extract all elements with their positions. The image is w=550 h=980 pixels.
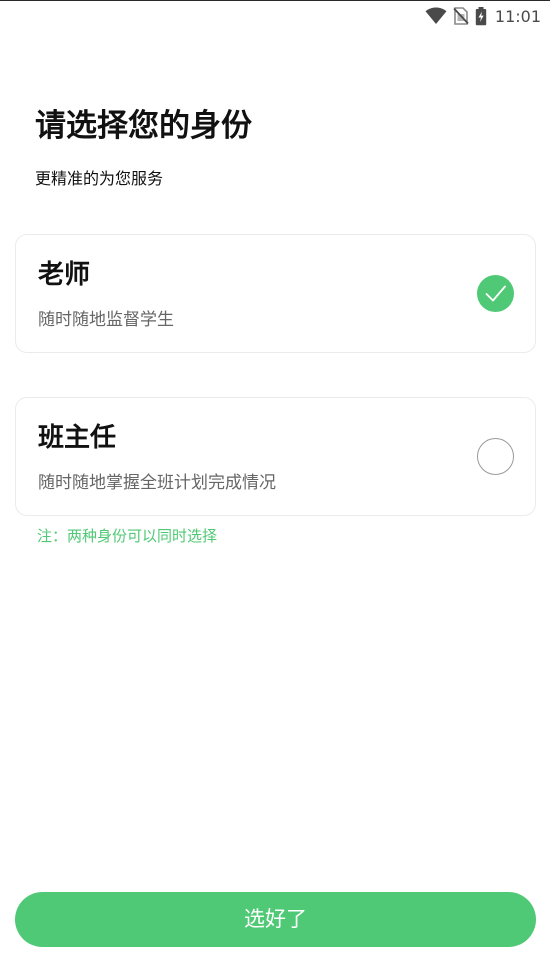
status-time: 11:01 [494,6,541,26]
no-sim-icon [453,7,469,25]
confirm-button[interactable]: 选好了 [15,892,536,947]
page-title: 请选择您的身份 [35,108,252,144]
battery-charging-icon [475,6,487,26]
status-icons: 11:01 [425,6,541,26]
page-subtitle: 更精准的为您服务 [35,169,164,188]
wifi-icon [425,7,447,25]
checkbox-checked-icon[interactable] [477,275,514,312]
checkbox-unchecked-icon[interactable] [477,438,514,475]
selection-note: 注：两种身份可以同时选择 [37,527,218,545]
role-description-teacher: 随时随地监督学生 [38,310,174,330]
role-description-head-teacher: 随时随地掌握全班计划完成情况 [38,473,276,493]
role-card-teacher[interactable]: 老师 随时随地监督学生 [15,234,536,353]
role-title-teacher: 老师 [38,260,91,290]
role-card-head-teacher[interactable]: 班主任 随时随地掌握全班计划完成情况 [15,397,536,516]
role-title-head-teacher: 班主任 [38,423,117,453]
status-bar: 11:01 [0,0,550,32]
